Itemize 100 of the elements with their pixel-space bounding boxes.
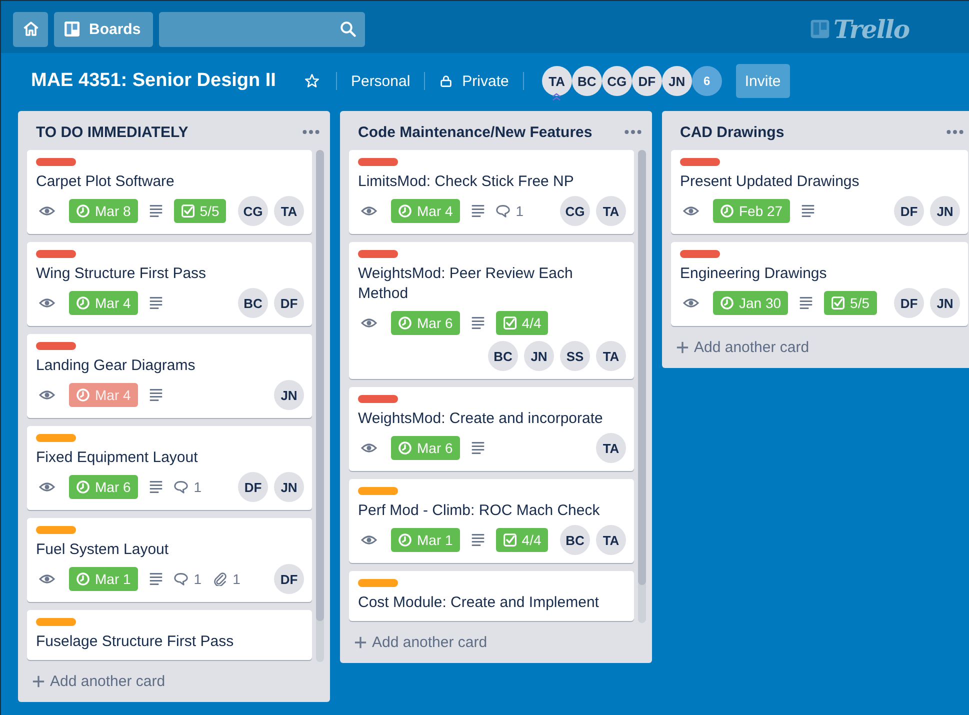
scrollbar[interactable] bbox=[316, 150, 324, 662]
more-icon[interactable] bbox=[302, 129, 320, 135]
card[interactable]: Engineering Drawings Jan 30 5/5 DF JN bbox=[671, 242, 968, 326]
add-card-button[interactable]: Add another card bbox=[350, 631, 492, 654]
card[interactable]: LimitsMod: Check Stick Free NP Mar 4 1 CG TA bbox=[349, 150, 634, 234]
member-avatar[interactable]: JN bbox=[930, 196, 960, 226]
card-title: Fixed Equipment Layout bbox=[36, 448, 199, 468]
checklist-badge: 5/5 bbox=[174, 199, 226, 223]
member-avatar[interactable]: TA bbox=[596, 433, 626, 463]
comment-icon bbox=[174, 572, 188, 586]
search-icon bbox=[338, 20, 357, 38]
card[interactable]: WeightsMod: Create and incorporate Mar 6 TA bbox=[349, 387, 634, 471]
member-avatar[interactable]: SS bbox=[560, 341, 590, 371]
member-avatar[interactable]: DF bbox=[894, 288, 924, 318]
member-avatar[interactable]: BC bbox=[488, 341, 518, 371]
card[interactable]: Wing Structure First Pass Mar 4 BC DF bbox=[27, 242, 312, 326]
plus-icon bbox=[32, 675, 45, 688]
due-date-badge: Mar 4 bbox=[69, 383, 138, 407]
visibility-button[interactable]: Private bbox=[429, 66, 519, 96]
clock-icon bbox=[398, 316, 412, 330]
clock-icon bbox=[720, 204, 734, 218]
card[interactable]: Fixed Equipment Layout Mar 6 1 DF JN bbox=[27, 426, 312, 510]
checklist-badge: 5/5 bbox=[824, 291, 877, 315]
checkbox-icon bbox=[180, 204, 195, 218]
member-avatar[interactable]: BC bbox=[560, 525, 590, 555]
member-avatar[interactable]: DF bbox=[274, 288, 304, 318]
member-avatar[interactable]: TA bbox=[274, 196, 304, 226]
comment-count: 1 bbox=[194, 571, 202, 587]
card[interactable]: Fuel System Layout Mar 1 1 1 DF bbox=[27, 518, 312, 602]
list-title: TO DO IMMEDIATELY bbox=[36, 123, 190, 143]
due-date-badge: Mar 1 bbox=[69, 567, 138, 591]
card[interactable]: WeightsMod: Peer Review Each Method Mar 6 4/4 BC JN SS TA bbox=[349, 242, 634, 379]
lock-icon bbox=[439, 74, 454, 88]
clock-icon bbox=[76, 296, 90, 310]
checklist-badge: 4/4 bbox=[496, 528, 548, 552]
clock-icon bbox=[76, 388, 90, 402]
team-button[interactable]: Personal bbox=[340, 66, 420, 96]
member-avatar[interactable]: BC bbox=[572, 66, 602, 96]
member-avatar[interactable]: JN bbox=[274, 472, 304, 502]
member-avatar[interactable]: TA bbox=[596, 341, 626, 371]
comment-icon bbox=[496, 204, 510, 218]
member-avatar[interactable]: DF bbox=[274, 564, 304, 594]
card-title: LimitsMod: Check Stick Free NP bbox=[358, 172, 575, 192]
member-avatar[interactable]: JN bbox=[662, 66, 692, 96]
card[interactable]: Landing Gear Diagrams Mar 4 JN bbox=[27, 334, 312, 418]
card[interactable]: Present Updated Drawings Feb 27 DF JN bbox=[671, 150, 968, 234]
comment-count: 1 bbox=[194, 479, 202, 495]
member-avatar[interactable]: CG bbox=[602, 66, 632, 96]
card-title: Present Updated Drawings bbox=[680, 172, 860, 192]
member-avatar[interactable]: TA bbox=[596, 525, 626, 555]
scrollbar[interactable] bbox=[638, 150, 646, 623]
member-avatar[interactable]: JN bbox=[930, 288, 960, 318]
card-title: Engineering Drawings bbox=[680, 264, 828, 284]
clock-icon bbox=[76, 204, 90, 218]
clock-icon bbox=[76, 480, 90, 494]
checkbox-icon bbox=[831, 296, 846, 310]
member-avatar[interactable]: DF bbox=[894, 196, 924, 226]
member-avatar[interactable]: DF bbox=[238, 472, 268, 502]
clock-icon bbox=[720, 296, 734, 310]
card[interactable]: Carpet Plot Software Mar 8 5/5 CG TA bbox=[27, 150, 312, 234]
list-title: Code Maintenance/New Features bbox=[358, 123, 594, 143]
star-icon[interactable] bbox=[304, 73, 320, 89]
checkbox-icon bbox=[502, 533, 517, 547]
card-title: Cost Module: Create and Implement bbox=[358, 593, 600, 613]
card-title: Fuselage Structure First Pass bbox=[36, 632, 235, 652]
home-icon bbox=[22, 20, 40, 38]
more-icon[interactable] bbox=[946, 129, 964, 135]
due-date-badge: Mar 8 bbox=[69, 199, 138, 223]
due-date-badge: Mar 1 bbox=[391, 528, 460, 552]
clock-icon bbox=[76, 572, 90, 586]
comment-count: 1 bbox=[516, 203, 524, 219]
plus-icon bbox=[354, 636, 367, 649]
home-button[interactable] bbox=[13, 12, 48, 46]
member-avatar[interactable]: DF bbox=[632, 66, 662, 96]
card-title: Perf Mod - Climb: ROC Mach Check bbox=[358, 501, 601, 521]
member-avatar[interactable]: BC bbox=[238, 288, 268, 318]
card[interactable]: Cost Module: Create and Implement bbox=[349, 571, 634, 621]
member-avatar[interactable]: JN bbox=[274, 380, 304, 410]
member-avatar[interactable]: TA bbox=[596, 196, 626, 226]
add-card-button[interactable]: Add another card bbox=[672, 336, 814, 359]
card-title: Carpet Plot Software bbox=[36, 172, 176, 192]
member-avatar[interactable]: TA bbox=[542, 66, 572, 96]
card-title: WeightsMod: Create and incorporate bbox=[358, 409, 604, 429]
add-card-button[interactable]: Add another card bbox=[28, 670, 170, 693]
member-avatar[interactable]: JN bbox=[524, 341, 554, 371]
checklist-badge: 4/4 bbox=[496, 311, 548, 335]
clock-icon bbox=[398, 204, 412, 218]
card[interactable]: Perf Mod - Climb: ROC Mach Check Mar 1 4/4 BC TA bbox=[349, 479, 634, 563]
card-title: Fuel System Layout bbox=[36, 540, 170, 560]
clock-icon bbox=[398, 441, 412, 455]
due-date-badge: Mar 6 bbox=[391, 436, 460, 460]
card[interactable]: Fuselage Structure First Pass bbox=[27, 610, 312, 660]
search-field[interactable] bbox=[158, 12, 365, 46]
logo-icon bbox=[810, 19, 830, 39]
member-avatar[interactable]: CG bbox=[238, 196, 268, 226]
due-date-badge: Jan 30 bbox=[713, 291, 788, 315]
card-title: Landing Gear Diagrams bbox=[36, 356, 196, 376]
due-date-badge: Mar 6 bbox=[391, 311, 460, 335]
member-avatar[interactable]: CG bbox=[560, 196, 590, 226]
more-icon[interactable] bbox=[624, 129, 642, 135]
